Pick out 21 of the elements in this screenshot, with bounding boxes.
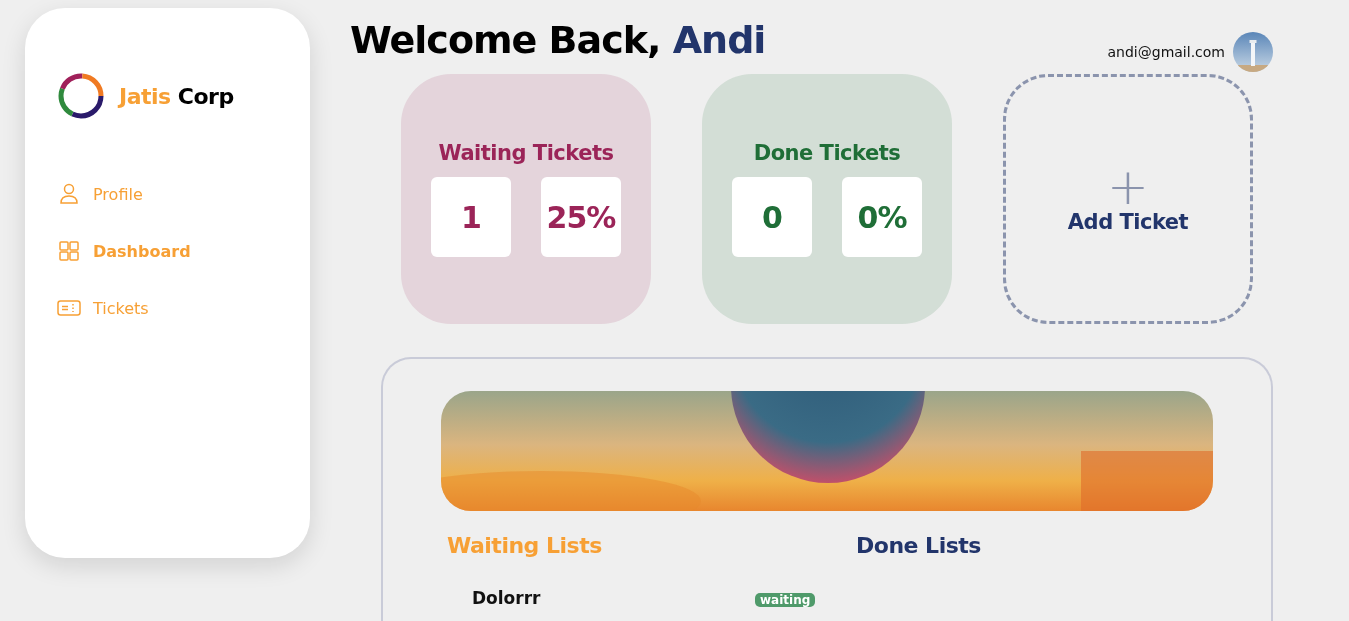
- welcome-heading: Welcome Back, Andi: [350, 18, 766, 62]
- grid-icon: [57, 239, 81, 263]
- user-email: andi@gmail.com: [1107, 44, 1225, 60]
- avatar[interactable]: [1233, 32, 1273, 72]
- card-title: Waiting Tickets: [438, 141, 614, 165]
- nav-item[interactable]: Tickets: [57, 296, 310, 320]
- add-ticket-button[interactable]: + Add Ticket: [1003, 74, 1253, 324]
- ticket-count: 1: [431, 177, 511, 257]
- nav-item[interactable]: Dashboard: [57, 239, 310, 263]
- ticket-percent: 0%: [842, 177, 922, 257]
- status-tag: waiting: [755, 593, 816, 607]
- ticket-count: 0: [732, 177, 812, 257]
- brand-name: Jatis Corp: [119, 83, 234, 109]
- ticket-title: Dolorrr: [472, 588, 542, 608]
- done-lists-heading: Done Lists: [856, 533, 982, 558]
- logo-icon: [57, 72, 105, 120]
- waiting-lists-heading: Waiting Lists: [447, 533, 603, 558]
- ticket-percent: 25%: [541, 177, 621, 257]
- card-title: Done Tickets: [753, 141, 901, 165]
- user-icon: [57, 182, 81, 206]
- nav-item[interactable]: Profile: [57, 182, 310, 206]
